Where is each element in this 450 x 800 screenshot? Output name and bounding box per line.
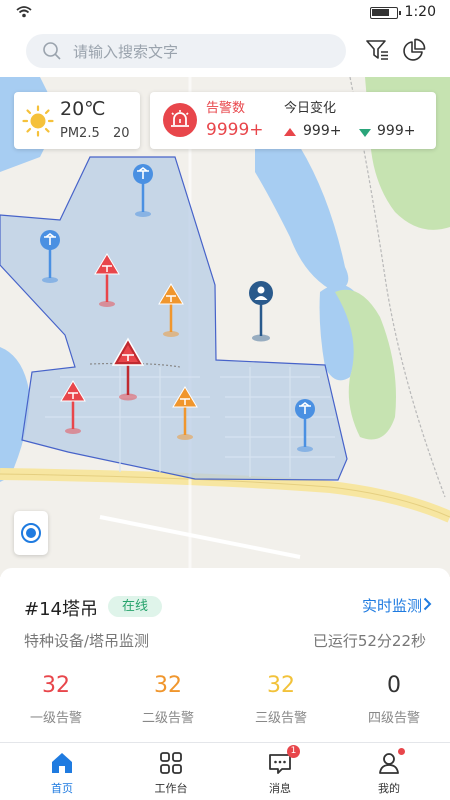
stat-label: 四级告警: [367, 711, 420, 726]
clock: 1:20: [404, 4, 436, 20]
stat-label: 二级告警: [141, 711, 194, 726]
user-icon: [379, 753, 399, 774]
pm25-value: 20: [113, 126, 130, 141]
level4-alarm-stat[interactable]: 0 四级告警: [338, 673, 450, 726]
level2-alarm-stat[interactable]: 32 二级告警: [112, 673, 224, 726]
crane-pin-red-icon[interactable]: [60, 379, 86, 435]
decrease-value: 999+: [377, 123, 416, 139]
wifi-icon: [16, 6, 32, 18]
pie-chart-icon[interactable]: [402, 38, 426, 62]
nav-workbench[interactable]: 工作台: [115, 743, 227, 800]
nav-home[interactable]: 首页: [6, 743, 118, 800]
status-bar: 1:20: [0, 0, 450, 26]
device-id: #14塔吊: [24, 599, 98, 620]
notification-dot: [398, 748, 405, 755]
nav-profile[interactable]: 我的: [333, 743, 445, 800]
bottom-nav: 首页 工作台 1 消息 我的: [0, 742, 450, 800]
weather-card: 20℃ PM2.5 20: [14, 92, 140, 149]
crane-pin-blue-icon[interactable]: [292, 397, 318, 453]
stat-label: 一级告警: [29, 711, 82, 726]
increase-value: 999+: [303, 123, 342, 139]
chevron-right-icon[interactable]: [423, 597, 432, 611]
device-info-panel: #14塔吊 在线 实时监测 特种设备/塔吊监测 已运行52分22秒 32 一级告…: [0, 568, 450, 743]
crane-pin-blue-icon[interactable]: [130, 162, 156, 218]
temperature: 20℃: [60, 98, 106, 120]
pm25-label: PM2.5: [60, 126, 100, 141]
runtime-text: 已运行52分22秒: [312, 632, 426, 650]
battery-icon: [370, 7, 401, 19]
search-input[interactable]: 请输入搜索文字: [26, 34, 346, 68]
crane-pin-orange-icon[interactable]: [158, 282, 184, 338]
level1-alarm-stat[interactable]: 32 一级告警: [0, 673, 112, 726]
grid-icon: [160, 752, 182, 774]
stat-value: 32: [42, 673, 70, 698]
today-change-label: 今日变化: [284, 101, 337, 116]
nav-home-label: 首页: [51, 782, 73, 795]
stat-value: 32: [154, 673, 182, 698]
decrease-arrow-icon: [359, 129, 371, 137]
nav-profile-label: 我的: [378, 782, 400, 795]
alarm-count-value: 9999+: [206, 120, 264, 140]
search-placeholder: 请输入搜索文字: [73, 43, 179, 61]
nav-messages-label: 消息: [269, 782, 291, 795]
crane-pin-blue-icon[interactable]: [37, 228, 63, 284]
map-view[interactable]: 20℃ PM2.5 20 告警数 9999+ 今日变化 999+ 999+: [0, 77, 450, 577]
live-monitoring-link[interactable]: 实时监测: [362, 595, 422, 616]
alarm-siren-icon: [163, 103, 197, 137]
nav-workbench-label: 工作台: [154, 782, 188, 795]
crane-pin-red-selected-icon[interactable]: [112, 337, 144, 401]
alarm-summary-card[interactable]: 告警数 9999+ 今日变化 999+ 999+: [150, 92, 436, 149]
crane-pin-orange-icon[interactable]: [172, 385, 198, 441]
stat-value: 32: [267, 673, 295, 698]
stat-value: 0: [387, 673, 401, 698]
filter-icon[interactable]: [365, 38, 389, 62]
map-background: [0, 77, 450, 577]
stat-label: 三级告警: [254, 711, 307, 726]
search-icon: [43, 42, 61, 60]
nav-messages[interactable]: 1 消息: [224, 743, 336, 800]
message-count-badge: 1: [287, 745, 300, 758]
status-badge: 在线: [108, 596, 163, 617]
user-location-pin-icon[interactable]: [246, 280, 276, 342]
crane-pin-red-icon[interactable]: [94, 252, 120, 308]
home-icon: [52, 753, 72, 773]
level3-alarm-stat[interactable]: 32 三级告警: [225, 673, 337, 726]
alarm-count-label: 告警数: [206, 101, 246, 116]
locate-me-button[interactable]: [14, 511, 48, 555]
increase-arrow-icon: [284, 128, 296, 136]
device-type: 特种设备/塔吊监测: [24, 632, 150, 650]
sun-icon: [22, 105, 54, 137]
